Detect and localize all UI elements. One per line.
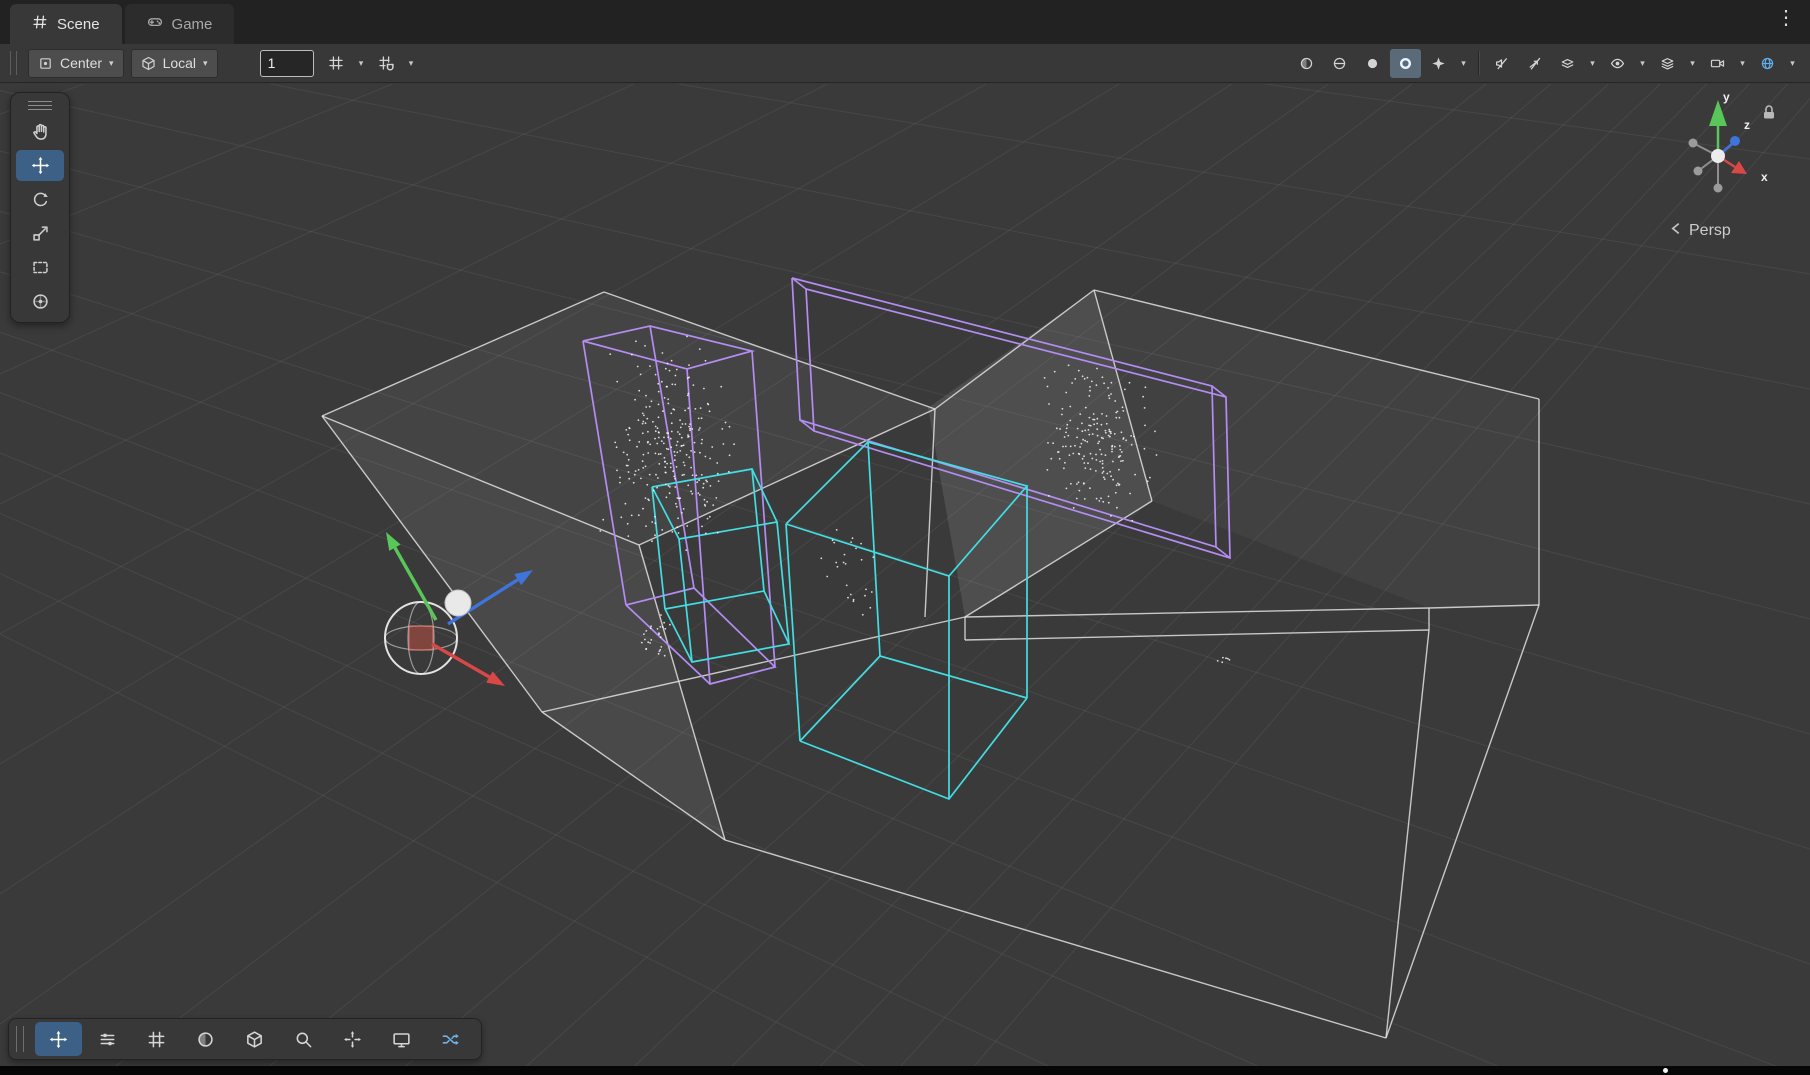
ui-overlay-button[interactable] (84, 1022, 131, 1056)
grid-overlay-button[interactable] (133, 1022, 180, 1056)
scene-visibility-dropdown-icon[interactable] (1602, 49, 1633, 78)
view-tool-button[interactable] (16, 116, 64, 147)
grid-visibility-toggle-icon[interactable] (321, 49, 352, 78)
pivot-mode-label: Center (60, 55, 102, 71)
chevron-down-icon: ▾ (203, 58, 208, 69)
transform-overlay-button[interactable] (35, 1022, 82, 1056)
rotate-tool-button[interactable] (16, 184, 64, 215)
projection-toggle[interactable]: Persp (1670, 222, 1731, 240)
game-tab-label: Game (172, 16, 213, 33)
transform-tool-button[interactable] (16, 286, 64, 317)
layers-dropdown-caret[interactable]: ▾ (1685, 49, 1700, 78)
svg-text:z: z (1744, 118, 1750, 132)
orientation-gizmo[interactable]: yz x (1636, 84, 1806, 216)
search-overlay-button[interactable] (280, 1022, 327, 1056)
palette-drag-handle[interactable] (16, 98, 64, 113)
lock-icon[interactable] (1762, 104, 1776, 125)
scene-fx-dropdown-icon[interactable] (1552, 49, 1583, 78)
camera-overlay-button[interactable] (378, 1022, 425, 1056)
grid-size-input[interactable] (260, 50, 314, 77)
move-tool-button[interactable] (16, 150, 64, 181)
handle-orientation-button[interactable]: Local ▾ (131, 49, 218, 78)
effects-dropdown-caret[interactable]: ▾ (1456, 49, 1471, 78)
persp-icon (1670, 222, 1681, 240)
unity-editor-window: Scene Game ⋮ Center ▾ Local ▾ ▾▾ ▾▾▾▾▾▾ … (0, 0, 1810, 1075)
svg-text:x: x (1761, 170, 1768, 184)
tool-palette (10, 92, 70, 323)
prefab-overlay-button[interactable] (231, 1022, 278, 1056)
grid-visibility-toggle-caret[interactable]: ▾ (354, 49, 369, 78)
view-options-group: ▾ ▾ ▾ ▾ ▾ ▾ (1291, 49, 1800, 78)
frame-overlay-button[interactable] (329, 1022, 376, 1056)
chevron-down-icon: ▾ (109, 58, 114, 69)
shading-mode-toggle-icon[interactable] (1291, 49, 1322, 78)
snap-toggle-group: ▾▾ (321, 49, 419, 78)
animated-materials-toggle-icon[interactable] (1519, 49, 1550, 78)
snap-increment-toggle-icon[interactable] (371, 49, 402, 78)
scene-tab-label: Scene (57, 16, 100, 33)
audio-toggle-icon[interactable] (1357, 49, 1388, 78)
kebab-menu-icon[interactable]: ⋮ (1776, 8, 1796, 28)
scene-tab-icon (32, 14, 48, 34)
randomize-overlay-button[interactable] (427, 1022, 474, 1056)
effects-dropdown-icon[interactable] (1423, 49, 1454, 78)
toolbar-separator (1478, 51, 1479, 75)
svg-text:y: y (1723, 90, 1730, 104)
tab-game[interactable]: Game (125, 4, 235, 44)
scene-toolbar: Center ▾ Local ▾ ▾▾ ▾▾▾▾▾▾ (0, 44, 1810, 83)
handle-orientation-label: Local (163, 55, 196, 71)
camera-dropdown-icon[interactable] (1702, 49, 1733, 78)
lighting-toggle-icon[interactable] (1324, 49, 1355, 78)
tab-scene[interactable]: Scene (10, 4, 122, 44)
scene-audio-mute-toggle-icon[interactable] (1486, 49, 1517, 78)
rect-tool-button[interactable] (16, 252, 64, 283)
cube-icon (141, 56, 156, 71)
layers-dropdown-icon[interactable] (1652, 49, 1683, 78)
snap-increment-toggle-caret[interactable]: ▾ (404, 49, 419, 78)
camera-dropdown-caret[interactable]: ▾ (1735, 49, 1750, 78)
pivot-mode-button[interactable]: Center ▾ (28, 49, 124, 78)
projection-label: Persp (1689, 222, 1731, 240)
gamepad-icon (147, 14, 163, 34)
scene-viewport[interactable]: yz x Persp (0, 84, 1810, 1066)
scale-tool-button[interactable] (16, 218, 64, 249)
gizmos-dropdown-caret[interactable]: ▾ (1785, 49, 1800, 78)
scene-visibility-dropdown-caret[interactable]: ▾ (1635, 49, 1650, 78)
tab-strip: Scene Game ⋮ (0, 0, 1810, 44)
shading-overlay-button[interactable] (182, 1022, 229, 1056)
scene-canvas[interactable] (0, 84, 1810, 1066)
effects-toggle-icon[interactable] (1390, 49, 1421, 78)
window-bottom-strip (0, 1066, 1810, 1075)
pivot-icon (38, 56, 53, 71)
overlay-toolbar (8, 1018, 482, 1060)
toolbar-drag-handle[interactable] (10, 51, 17, 75)
scene-fx-dropdown-caret[interactable]: ▾ (1585, 49, 1600, 78)
status-dot (1663, 1068, 1668, 1073)
gizmos-dropdown-icon[interactable] (1752, 49, 1783, 78)
overlay-drag-handle[interactable] (16, 1026, 24, 1052)
